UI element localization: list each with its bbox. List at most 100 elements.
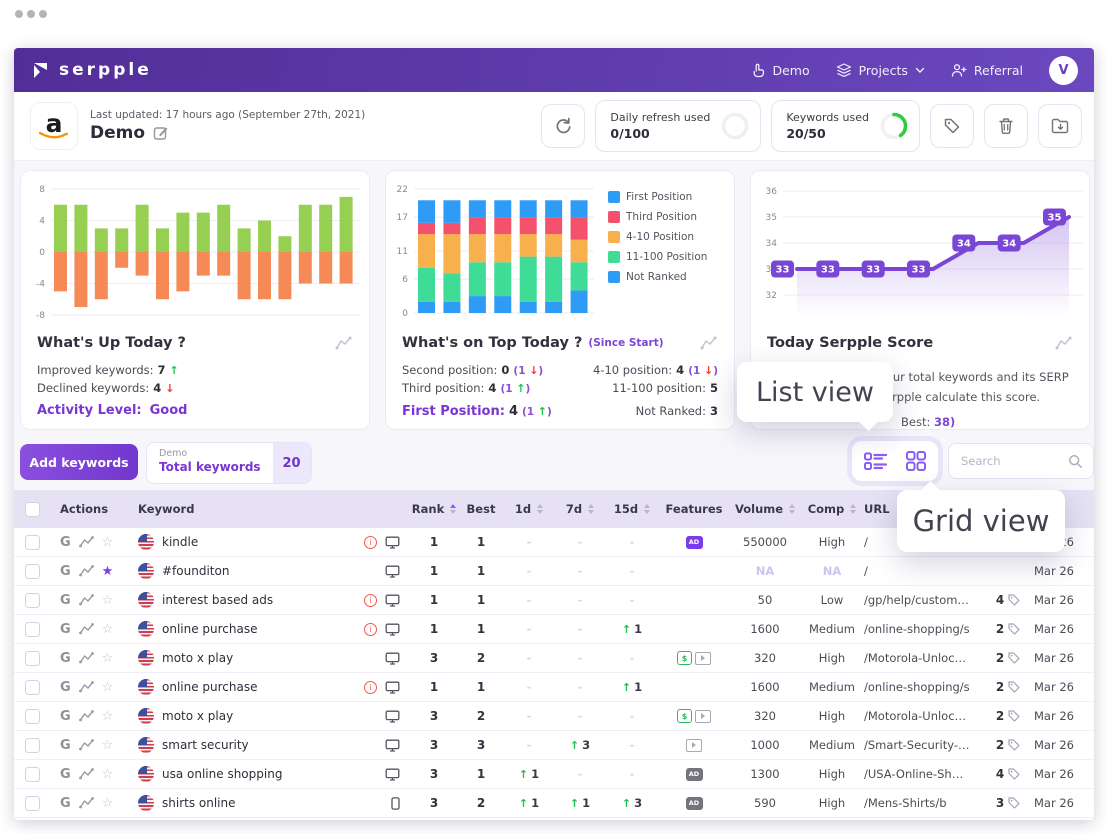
keyword-chart-icon[interactable] <box>79 797 94 809</box>
google-icon[interactable]: G <box>60 767 71 782</box>
star-outline-icon[interactable]: ☆ <box>102 681 114 694</box>
row-checkbox[interactable] <box>25 680 40 695</box>
star-outline-icon[interactable]: ☆ <box>102 652 114 665</box>
google-icon[interactable]: G <box>60 593 71 608</box>
google-icon[interactable]: G <box>60 680 71 695</box>
sort-icon[interactable] <box>644 504 650 514</box>
sort-icon[interactable] <box>850 504 856 514</box>
row-checkbox[interactable] <box>25 796 40 811</box>
star-outline-icon[interactable]: ☆ <box>102 797 114 810</box>
sort-icon[interactable] <box>789 504 795 514</box>
chart-line-icon[interactable] <box>1055 336 1073 350</box>
row-checkbox[interactable] <box>25 622 40 637</box>
google-icon[interactable]: G <box>60 564 71 579</box>
column-header-d15[interactable]: 15d <box>606 502 658 516</box>
url-value[interactable]: /gp/help/custom… <box>864 593 982 607</box>
column-header-comp[interactable]: Comp <box>800 502 864 516</box>
star-outline-icon[interactable]: ☆ <box>102 594 114 607</box>
list-view-button[interactable] <box>864 452 888 470</box>
window-controls[interactable] <box>15 10 47 18</box>
url-value[interactable]: /Smart-Security-… <box>864 738 982 752</box>
url-value[interactable]: / <box>864 564 982 578</box>
nav-item-demo[interactable]: Demo <box>751 63 809 78</box>
keyword-text[interactable]: moto x play <box>162 709 233 723</box>
grid-view-button[interactable] <box>906 451 926 471</box>
row-checkbox[interactable] <box>25 709 40 724</box>
google-icon[interactable]: G <box>60 709 71 724</box>
row-checkbox[interactable] <box>25 738 40 753</box>
row-checkbox[interactable] <box>25 535 40 550</box>
add-keywords-button[interactable]: Add keywords <box>20 444 138 480</box>
serpple-logo[interactable]: serpple <box>30 60 152 80</box>
url-value[interactable]: /Motorola-Unloc… <box>864 709 982 723</box>
sort-icon[interactable] <box>450 504 456 514</box>
keyword-chart-icon[interactable] <box>79 623 94 635</box>
google-icon[interactable]: G <box>60 535 71 550</box>
column-header-d1[interactable]: 1d <box>504 502 554 516</box>
url-value[interactable]: /USA-Online-Sh… <box>864 767 982 781</box>
keyword-text[interactable]: smart security <box>162 738 249 752</box>
star-outline-icon[interactable]: ☆ <box>102 710 114 723</box>
info-icon[interactable]: i <box>364 623 377 636</box>
google-icon[interactable]: G <box>60 622 71 637</box>
refresh-button[interactable] <box>541 104 585 148</box>
url-value[interactable]: /online-shopping/s <box>864 680 982 694</box>
row-checkbox[interactable] <box>25 593 40 608</box>
nav-item-referral[interactable]: Referral <box>951 63 1023 78</box>
column-header-volume[interactable]: Volume <box>730 502 800 516</box>
keyword-chart-icon[interactable] <box>79 652 94 664</box>
row-tag-icon[interactable] <box>1008 739 1020 751</box>
delete-button[interactable] <box>984 104 1028 148</box>
keyword-text[interactable]: #founditon <box>162 564 229 578</box>
tags-button[interactable] <box>930 104 974 148</box>
search-input[interactable] <box>959 453 1068 469</box>
keyword-chart-icon[interactable] <box>79 594 94 606</box>
keyword-chart-icon[interactable] <box>79 710 94 722</box>
star-outline-icon[interactable]: ☆ <box>102 768 114 781</box>
row-tag-icon[interactable] <box>1008 623 1020 635</box>
info-icon[interactable]: i <box>364 681 377 694</box>
keyword-text[interactable]: shirts online <box>162 796 236 810</box>
keyword-chart-icon[interactable] <box>79 768 94 780</box>
nav-item-projects[interactable]: Projects <box>836 63 925 78</box>
chart-line-icon[interactable] <box>700 336 718 350</box>
keyword-text[interactable]: interest based ads <box>162 593 273 607</box>
keyword-text[interactable]: online purchase <box>162 680 258 694</box>
info-icon[interactable]: i <box>364 536 377 549</box>
keyword-text[interactable]: usa online shopping <box>162 767 282 781</box>
keyword-text[interactable]: moto x play <box>162 651 233 665</box>
sort-icon[interactable] <box>588 504 594 514</box>
edit-project-icon[interactable] <box>153 125 169 141</box>
info-icon[interactable]: i <box>364 594 377 607</box>
user-avatar[interactable]: V <box>1049 56 1078 85</box>
star-outline-icon[interactable]: ☆ <box>102 536 114 549</box>
row-checkbox[interactable] <box>25 767 40 782</box>
chart-line-icon[interactable] <box>335 336 353 350</box>
google-icon[interactable]: G <box>60 796 71 811</box>
url-value[interactable]: /Mens-Shirts/b <box>864 796 982 810</box>
keyword-chart-icon[interactable] <box>79 681 94 693</box>
row-tag-icon[interactable] <box>1008 768 1020 780</box>
keyword-chart-icon[interactable] <box>79 565 94 577</box>
sort-icon[interactable] <box>537 504 543 514</box>
row-tag-icon[interactable] <box>1008 594 1020 606</box>
keyword-text[interactable]: online purchase <box>162 622 258 636</box>
row-checkbox[interactable] <box>25 651 40 666</box>
keyword-text[interactable]: kindle <box>162 535 198 549</box>
keyword-chart-icon[interactable] <box>79 536 94 548</box>
row-tag-icon[interactable] <box>1008 710 1020 722</box>
url-value[interactable]: /Motorola-Unloc… <box>864 651 982 665</box>
column-header-d7[interactable]: 7d <box>554 502 606 516</box>
star-outline-icon[interactable]: ☆ <box>102 739 114 752</box>
row-tag-icon[interactable] <box>1008 797 1020 809</box>
google-icon[interactable]: G <box>60 738 71 753</box>
archive-button[interactable] <box>1038 104 1082 148</box>
star-outline-icon[interactable]: ☆ <box>102 623 114 636</box>
row-tag-icon[interactable] <box>1008 652 1020 664</box>
star-filled-icon[interactable]: ★ <box>102 565 114 578</box>
column-header-rank[interactable]: Rank <box>410 502 458 516</box>
google-icon[interactable]: G <box>60 651 71 666</box>
url-value[interactable]: /online-shopping/s <box>864 622 982 636</box>
select-all-checkbox[interactable] <box>25 502 40 517</box>
row-checkbox[interactable] <box>25 564 40 579</box>
